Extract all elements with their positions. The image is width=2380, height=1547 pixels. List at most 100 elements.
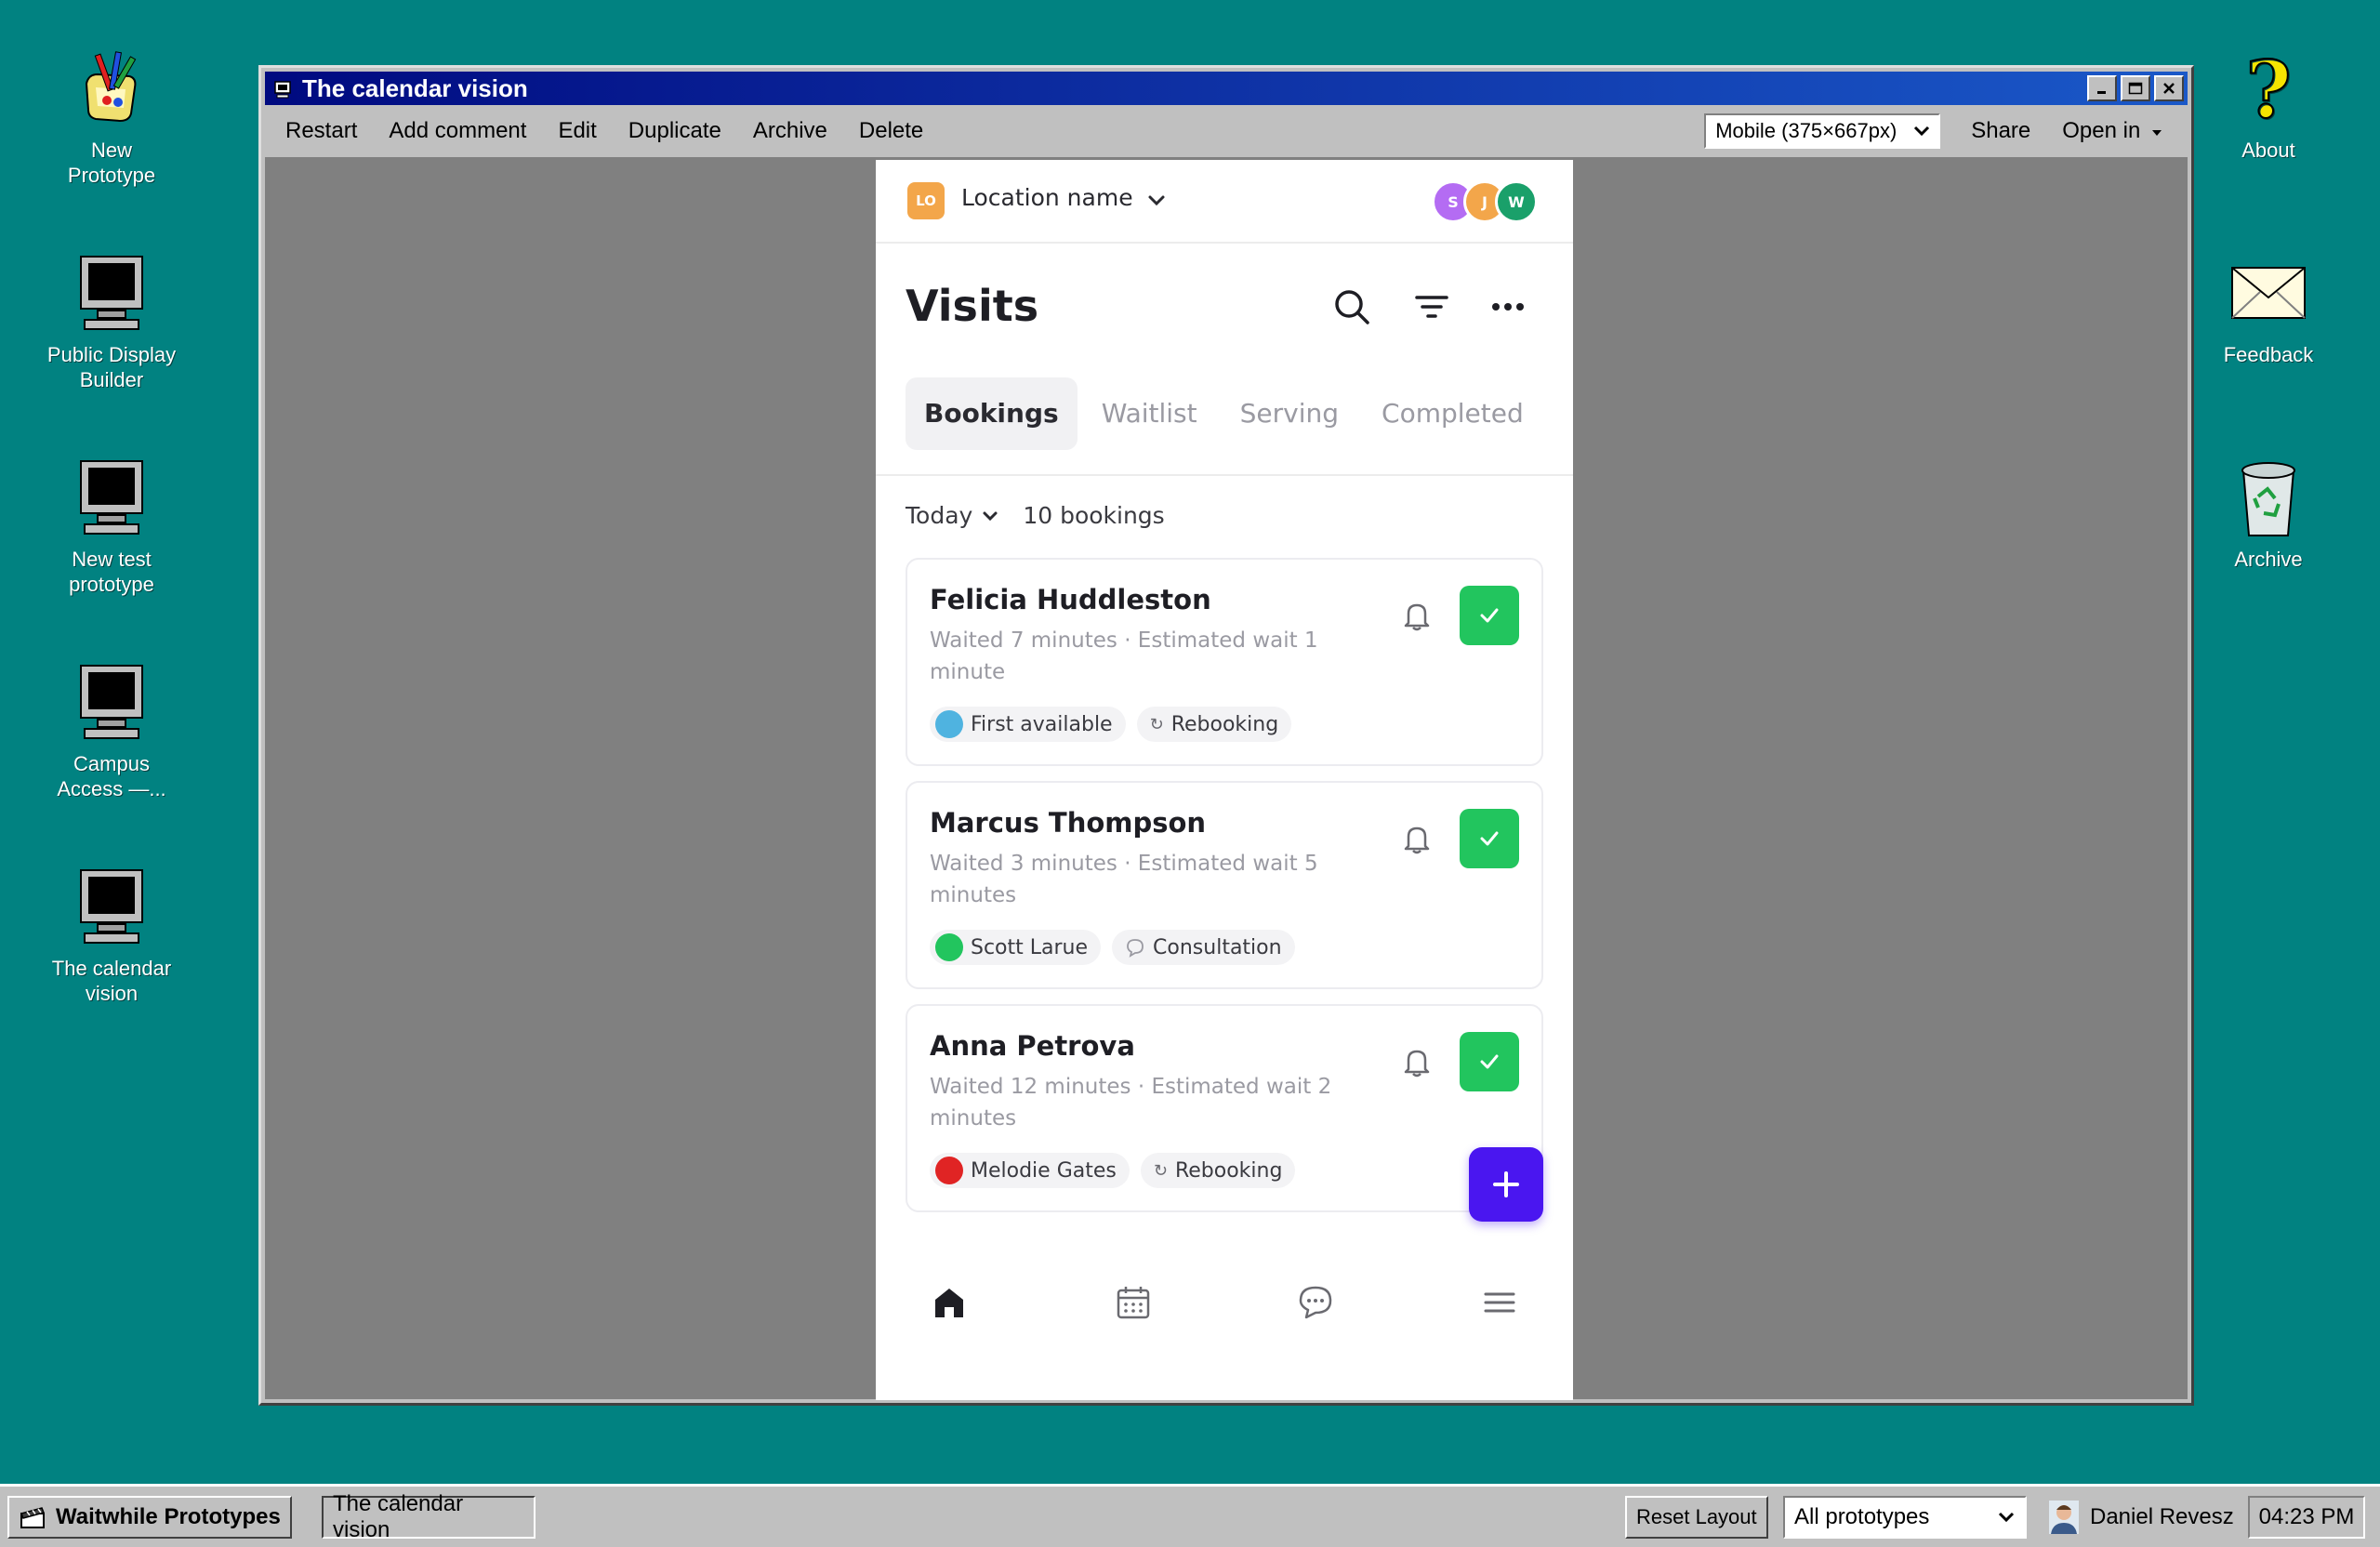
maximize-button[interactable] bbox=[2121, 75, 2150, 101]
booking-card[interactable]: Marcus Thompson Waited 3 minutes · Estim… bbox=[906, 781, 1543, 989]
staff-chip: First available bbox=[930, 707, 1126, 742]
menu-restart[interactable]: Restart bbox=[265, 109, 373, 153]
tag-chip: ↻ Rebooking bbox=[1136, 707, 1292, 742]
team-avatars[interactable]: S J W bbox=[1432, 180, 1538, 223]
device-size-select[interactable]: Mobile (375×667px) bbox=[1704, 113, 1941, 149]
monitor-icon bbox=[70, 456, 153, 539]
date-filter-row: Today 10 bookings bbox=[906, 502, 1165, 529]
menu-duplicate[interactable]: Duplicate bbox=[613, 109, 737, 153]
filter-icon[interactable] bbox=[1411, 286, 1452, 327]
more-options-icon[interactable] bbox=[1488, 286, 1528, 327]
close-button[interactable] bbox=[2154, 75, 2184, 101]
monitor-icon bbox=[70, 251, 153, 335]
reset-layout-button[interactable]: Reset Layout bbox=[1625, 1496, 1768, 1539]
staff-color-dot bbox=[935, 1157, 963, 1184]
monitor-icon bbox=[70, 660, 153, 744]
messages-icon[interactable] bbox=[1296, 1283, 1335, 1322]
wait-info: Waited 12 minutes · Estimated wait 2 min… bbox=[930, 1075, 1332, 1130]
chevron-down-icon bbox=[983, 511, 998, 521]
tag-chip: Consultation bbox=[1112, 930, 1295, 965]
desktop-icon-new-test-prototype[interactable]: New test prototype bbox=[28, 456, 195, 597]
help-question-icon: ? bbox=[2227, 46, 2310, 130]
home-icon[interactable] bbox=[930, 1283, 969, 1322]
bell-icon[interactable] bbox=[1398, 597, 1435, 634]
taskbar-window-label: The calendar vision bbox=[333, 1491, 464, 1542]
tab-serving[interactable]: Serving bbox=[1222, 377, 1357, 450]
check-in-button[interactable] bbox=[1460, 586, 1519, 645]
tab-completed[interactable]: Completed bbox=[1363, 377, 1542, 450]
tab-bookings[interactable]: Bookings bbox=[906, 377, 1078, 450]
desktop-icon-label: Campus Access —... bbox=[57, 752, 166, 800]
prototype-filter-value: All prototypes bbox=[1794, 1504, 1930, 1529]
recycle-bin-icon bbox=[2227, 456, 2310, 539]
desktop-icon-about[interactable]: ? About bbox=[2185, 46, 2352, 163]
desktop-icon-campus-access[interactable]: Campus Access —... bbox=[28, 660, 195, 801]
checkmark-icon bbox=[1480, 1054, 1499, 1069]
staff-name: Scott Larue bbox=[971, 935, 1089, 959]
share-button[interactable]: Share bbox=[1955, 109, 2046, 153]
tag-label: Rebooking bbox=[1170, 712, 1279, 736]
desktop-icon-label: Public Display Builder bbox=[46, 343, 177, 391]
date-filter-label: Today bbox=[906, 502, 973, 529]
mobile-prototype-screen: LO Location name S J W Visits Bookings W… bbox=[876, 160, 1573, 1400]
open-in-button[interactable]: Open in bbox=[2046, 109, 2188, 153]
paint-program-icon bbox=[70, 46, 153, 130]
plus-icon bbox=[1493, 1171, 1519, 1197]
device-size-value: Mobile (375×667px) bbox=[1715, 119, 1897, 142]
bell-icon[interactable] bbox=[1398, 820, 1435, 857]
desktop-icon-label: New Prototype bbox=[67, 139, 156, 187]
calendar-icon[interactable] bbox=[1114, 1283, 1153, 1322]
search-icon[interactable] bbox=[1331, 286, 1372, 327]
bottom-navigation bbox=[876, 1257, 1573, 1350]
desktop-icon-feedback[interactable]: Feedback bbox=[2185, 251, 2352, 367]
taskbar-clock: 04:23 PM bbox=[2248, 1496, 2365, 1539]
wait-info: Waited 3 minutes · Estimated wait 5 minu… bbox=[930, 852, 1318, 907]
user-avatar-icon bbox=[2049, 1501, 2079, 1534]
booking-card[interactable]: Felicia Huddleston Waited 7 minutes · Es… bbox=[906, 558, 1543, 766]
menu-edit[interactable]: Edit bbox=[542, 109, 612, 153]
window-title: The calendar vision bbox=[302, 73, 528, 102]
menu-hamburger-icon[interactable] bbox=[1480, 1283, 1519, 1322]
minimize-button[interactable] bbox=[2087, 75, 2117, 101]
menu-archive[interactable]: Archive bbox=[737, 109, 843, 153]
chevron-down-icon bbox=[1914, 126, 1930, 137]
tab-waitlist[interactable]: Waitlist bbox=[1083, 377, 1216, 450]
checkmark-icon bbox=[1480, 831, 1499, 846]
visits-tabs: Bookings Waitlist Serving Completed bbox=[906, 377, 1542, 450]
add-visit-button[interactable] bbox=[1469, 1147, 1543, 1222]
check-in-button[interactable] bbox=[1460, 1032, 1519, 1091]
reset-layout-label: Reset Layout bbox=[1636, 1505, 1757, 1528]
clapperboard-icon bbox=[20, 1507, 46, 1528]
taskbar-window-button[interactable]: The calendar vision bbox=[322, 1491, 536, 1542]
rebooking-icon: ↻ bbox=[1149, 714, 1164, 734]
location-badge: LO bbox=[907, 182, 945, 219]
chevron-down-icon[interactable] bbox=[1145, 192, 1168, 210]
window-app-icon bbox=[272, 78, 293, 99]
wait-info: Waited 7 minutes · Estimated wait 1 minu… bbox=[930, 628, 1318, 684]
chevron-down-icon bbox=[1998, 1512, 2015, 1523]
open-in-label: Open in bbox=[2062, 118, 2141, 143]
staff-chip: Scott Larue bbox=[930, 930, 1102, 965]
chat-bubble-icon bbox=[1127, 939, 1144, 958]
bell-icon[interactable] bbox=[1398, 1043, 1435, 1080]
desktop-icon-archive[interactable]: Archive bbox=[2185, 456, 2352, 572]
window-titlebar[interactable]: The calendar vision bbox=[265, 72, 2188, 105]
menu-add-comment[interactable]: Add comment bbox=[373, 109, 542, 153]
desktop-icon-new-prototype[interactable]: New Prototype bbox=[28, 46, 195, 188]
start-button[interactable]: Waitwhile Prototypes bbox=[7, 1496, 292, 1539]
close-icon bbox=[2163, 83, 2175, 94]
check-in-button[interactable] bbox=[1460, 809, 1519, 868]
location-name[interactable]: Location name bbox=[961, 184, 1133, 211]
minimize-icon bbox=[2097, 91, 2106, 94]
user-name: Daniel Revesz bbox=[2090, 1504, 2234, 1529]
desktop-icon-public-display-builder[interactable]: Public Display Builder bbox=[28, 251, 195, 392]
menu-delete[interactable]: Delete bbox=[843, 109, 939, 153]
current-user[interactable]: Daniel Revesz bbox=[2049, 1496, 2234, 1539]
tag-label: Consultation bbox=[1153, 935, 1282, 959]
date-filter-dropdown[interactable]: Today bbox=[906, 502, 1000, 529]
tag-chip: ↻ Rebooking bbox=[1140, 1153, 1296, 1188]
booking-card[interactable]: Anna Petrova Waited 12 minutes · Estimat… bbox=[906, 1004, 1543, 1212]
prototype-filter-select[interactable]: All prototypes bbox=[1783, 1496, 2027, 1539]
checkmark-icon bbox=[1480, 608, 1499, 623]
desktop-icon-calendar-vision[interactable]: The calendar vision bbox=[28, 865, 195, 1006]
